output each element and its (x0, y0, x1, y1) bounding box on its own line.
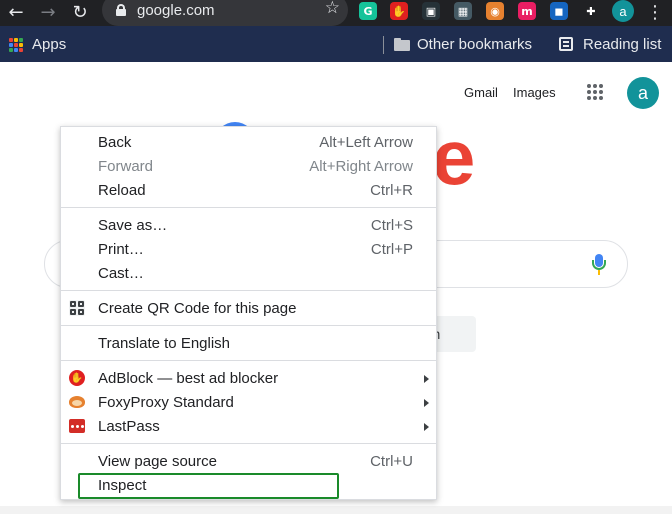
lastpass-icon (69, 419, 85, 433)
submenu-arrow-icon (424, 423, 429, 431)
menu-item-foxyproxy-standard[interactable]: FoxyProxy Standard (61, 390, 436, 414)
context-menu: Back Alt+Left Arrow Forward Alt+Right Arrow… (60, 126, 437, 500)
apps-bookmark[interactable]: Apps (32, 36, 66, 53)
foxyproxy-icon (69, 394, 85, 410)
menu-separator (61, 325, 436, 326)
m-ext-icon[interactable]: m (518, 2, 536, 20)
reading-list-icon (559, 37, 573, 51)
menu-separator (61, 443, 436, 444)
reading-list[interactable]: Reading list (583, 36, 661, 53)
screen-ext-icon[interactable]: ◼ (550, 2, 568, 20)
back-arrow-icon[interactable]: ← (3, 0, 29, 24)
menu-item-shortcut: Ctrl+R (370, 182, 413, 199)
grammarly-icon[interactable]: G (359, 2, 377, 20)
foxyproxy-icon[interactable]: ◉ (486, 2, 504, 20)
microphone-icon[interactable] (592, 254, 606, 276)
other-bookmarks[interactable]: Other bookmarks (417, 36, 532, 53)
menu-item-translate-to-english[interactable]: Translate to English (61, 331, 436, 355)
google-logo-letter-e: e (432, 113, 476, 201)
menu-separator (61, 290, 436, 291)
menu-item-save-as[interactable]: Save as… Ctrl+S (61, 213, 436, 237)
menu-item-create-qr-code-for-this-page[interactable]: Create QR Code for this page (61, 296, 436, 320)
menu-item-shortcut: Ctrl+S (370, 217, 413, 234)
menu-item-label: Print… (98, 241, 144, 258)
bookmarks-bar: Apps Other bookmarks Reading list (0, 26, 672, 62)
menu-item-shortcut: Alt+Right Arrow (309, 158, 413, 175)
menu-item-label: AdBlock — best ad blocker (98, 370, 279, 387)
bookmarks-divider (383, 36, 384, 54)
menu-item-label: FoxyProxy Standard (98, 394, 234, 411)
menu-item-lastpass[interactable]: LastPass (61, 414, 436, 438)
inspect-highlight-box (78, 473, 339, 499)
menu-item-label: Translate to English (98, 335, 231, 352)
menu-item-view-page-source[interactable]: View page source Ctrl+U (61, 449, 436, 473)
adblock-icon: ✋ (69, 370, 85, 386)
apps-grid-icon[interactable] (9, 38, 23, 52)
folder-icon (394, 38, 410, 51)
puzzle-icon[interactable]: ✚ (582, 2, 600, 20)
profile-avatar[interactable]: a (612, 0, 634, 22)
bookmark-star-icon[interactable]: ☆ (325, 0, 340, 18)
menu-item-shortcut: Ctrl+U (370, 453, 413, 470)
menu-item-back[interactable]: Back Alt+Left Arrow (61, 130, 436, 154)
menu-kebab-icon[interactable]: ⋮ (646, 2, 664, 23)
page-footer (0, 506, 672, 514)
url-text[interactable]: google.com (137, 2, 215, 19)
menu-item-label: Create QR Code for this page (98, 300, 297, 317)
menu-item-reload[interactable]: Reload Ctrl+R (61, 178, 436, 202)
menu-item-label: Save as… (98, 217, 168, 234)
menu-item-forward[interactable]: Forward Alt+Right Arrow (61, 154, 436, 178)
gmail-link[interactable]: Gmail (464, 85, 498, 100)
menu-item-print[interactable]: Print… Ctrl+P (61, 237, 436, 261)
menu-item-label: Back (98, 134, 132, 151)
submenu-arrow-icon (424, 375, 429, 383)
adblock-icon[interactable]: ✋ (390, 2, 408, 20)
address-bar[interactable]: google.com ☆ (102, 0, 348, 26)
image-ext-icon[interactable]: ▦ (454, 2, 472, 20)
menu-item-shortcut: Ctrl+P (370, 241, 413, 258)
menu-item-label: LastPass (98, 418, 160, 435)
browser-toolbar: ← → ↻ google.com ☆ G ✋ ▣ ▦ ◉ m ◼ ✚ a ⋮ (0, 0, 672, 26)
lock-icon (116, 4, 126, 16)
menu-separator (61, 360, 436, 361)
menu-item-label: Forward (98, 158, 154, 175)
menu-item-shortcut: Alt+Left Arrow (319, 134, 413, 151)
reload-icon[interactable]: ↻ (67, 0, 93, 24)
bookmark-ext-icon[interactable]: ▣ (422, 2, 440, 20)
google-account-avatar[interactable]: a (627, 77, 659, 109)
menu-item-label: Reload (98, 182, 146, 199)
google-apps-icon[interactable] (587, 84, 603, 100)
qr-code-icon (69, 300, 85, 316)
menu-item-cast[interactable]: Cast… (61, 261, 436, 285)
images-link[interactable]: Images (513, 85, 556, 100)
forward-arrow-icon[interactable]: → (35, 0, 61, 24)
menu-item-adblock-best-ad-blocker[interactable]: ✋ AdBlock — best ad blocker (61, 366, 436, 390)
menu-item-label: Cast… (98, 265, 144, 282)
menu-item-label: View page source (98, 453, 217, 470)
submenu-arrow-icon (424, 399, 429, 407)
menu-separator (61, 207, 436, 208)
